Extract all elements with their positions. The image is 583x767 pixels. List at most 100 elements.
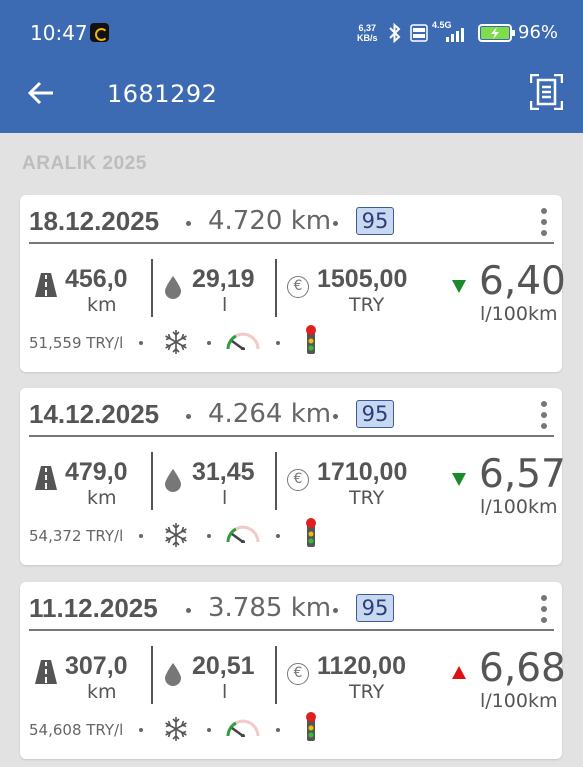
consumption-value: 6,57: [479, 452, 566, 497]
currency-label: TRY: [349, 681, 385, 703]
stat-divider: [275, 452, 277, 510]
fuel-entry-card[interactable]: 14.12.2025 4.264 km 95 479,0 km 31,45 l …: [20, 388, 566, 565]
trend-down-icon: [452, 280, 466, 293]
network-speed: 6,37 KB/s: [357, 23, 378, 43]
separator-dot: [139, 341, 143, 345]
overflow-menu-icon[interactable]: [536, 595, 552, 623]
stat-divider: [275, 259, 277, 317]
fuel-entry-card[interactable]: 11.12.2025 3.785 km 95 307,0 km 20,51 l …: [20, 582, 566, 759]
fuel-grade-badge: 95: [356, 400, 394, 428]
card-divider: [29, 629, 554, 631]
separator-dot: [207, 341, 211, 345]
separator-dot: [186, 608, 191, 613]
euro-coin-icon: €: [287, 663, 309, 685]
traffic-light-icon: [306, 325, 316, 354]
entry-date: 14.12.2025: [29, 399, 160, 429]
traffic-light-icon: [306, 518, 316, 547]
currency-label: TRY: [349, 294, 385, 316]
liters-unit: l: [222, 681, 228, 703]
arrow-left-icon[interactable]: [26, 78, 56, 108]
fuel-grade-badge: 95: [356, 594, 394, 622]
entry-odometer: 3.785 km: [208, 593, 332, 623]
gauge-icon: [226, 332, 260, 350]
overflow-menu-icon[interactable]: [536, 208, 552, 236]
battery-percent: 96%: [518, 22, 559, 43]
currency-label: TRY: [349, 487, 385, 509]
snowflake-icon: [165, 523, 187, 547]
price-per-liter: 54,372 TRY/l: [29, 527, 124, 545]
stat-divider: [151, 259, 153, 317]
euro-coin-icon: €: [287, 276, 309, 298]
card-divider: [29, 435, 554, 437]
separator-dot: [186, 414, 191, 419]
fuel-grade-badge: 95: [356, 207, 394, 235]
page-title: 1681292: [107, 80, 218, 108]
network-speed-value: 6,37: [358, 23, 377, 33]
separator-dot: [333, 221, 338, 226]
road-icon: [35, 273, 57, 297]
gauge-icon: [226, 525, 260, 543]
entry-date: 11.12.2025: [29, 593, 158, 623]
consumption-value: 6,68: [479, 646, 566, 691]
distance-value: 479,0: [65, 458, 128, 486]
liters-value: 29,19: [192, 265, 255, 293]
trend-down-icon: [452, 473, 466, 486]
entry-odometer: 4.264 km: [208, 399, 332, 429]
stat-divider: [275, 646, 277, 704]
stat-divider: [151, 646, 153, 704]
separator-dot: [207, 728, 211, 732]
overflow-menu-icon[interactable]: [536, 401, 552, 429]
euro-coin-icon: €: [287, 469, 309, 491]
snowflake-icon: [165, 717, 187, 741]
consumption-value: 6,40: [479, 259, 566, 304]
fuel-drop-icon: [165, 276, 181, 299]
scan-document-icon[interactable]: [530, 74, 563, 110]
snowflake-icon: [165, 330, 187, 354]
liters-unit: l: [222, 294, 228, 316]
distance-unit: km: [87, 681, 117, 703]
separator-dot: [276, 341, 280, 345]
distance-unit: km: [87, 487, 117, 509]
month-section-label: ARALIK 2025: [22, 153, 147, 174]
cost-value: 1710,00: [317, 458, 408, 486]
stat-divider: [151, 452, 153, 510]
separator-dot: [333, 608, 338, 613]
cost-value: 1505,00: [317, 265, 408, 293]
separator-dot: [276, 534, 280, 538]
separator-dot: [276, 728, 280, 732]
status-bar: 10:47 6,37 KB/s 4.5G 96%: [0, 0, 583, 64]
fuel-drop-icon: [165, 663, 181, 686]
consumption-unit: l/100km: [480, 496, 558, 518]
price-per-liter: 51,559 TRY/l: [29, 334, 124, 352]
distance-unit: km: [87, 294, 117, 316]
network-speed-unit: KB/s: [357, 33, 378, 43]
separator-dot: [333, 414, 338, 419]
entry-odometer: 4.720 km: [208, 206, 332, 236]
consumption-unit: l/100km: [480, 690, 558, 712]
entry-date: 18.12.2025: [29, 206, 160, 236]
gauge-icon: [226, 719, 260, 737]
liters-value: 20,51: [192, 652, 255, 680]
battery-charging-icon: [478, 24, 515, 42]
road-icon: [35, 466, 57, 490]
card-divider: [29, 242, 554, 244]
separator-dot: [139, 534, 143, 538]
status-time: 10:47: [30, 21, 88, 45]
distance-value: 456,0: [65, 265, 128, 293]
volte-icon: [410, 24, 428, 42]
separator-dot: [207, 534, 211, 538]
consumption-unit: l/100km: [480, 303, 558, 325]
liters-unit: l: [222, 487, 228, 509]
road-icon: [35, 660, 57, 684]
app-notification-icon: [90, 23, 109, 42]
price-per-liter: 54,608 TRY/l: [29, 721, 124, 739]
liters-value: 31,45: [192, 458, 255, 486]
app-bar: 1681292: [0, 64, 583, 133]
separator-dot: [139, 728, 143, 732]
distance-value: 307,0: [65, 652, 128, 680]
signal-icon: [446, 28, 464, 42]
cost-value: 1120,00: [317, 652, 406, 680]
separator-dot: [186, 221, 191, 226]
traffic-light-icon: [306, 712, 316, 741]
fuel-entry-card[interactable]: 18.12.2025 4.720 km 95 456,0 km 29,19 l …: [20, 195, 566, 372]
